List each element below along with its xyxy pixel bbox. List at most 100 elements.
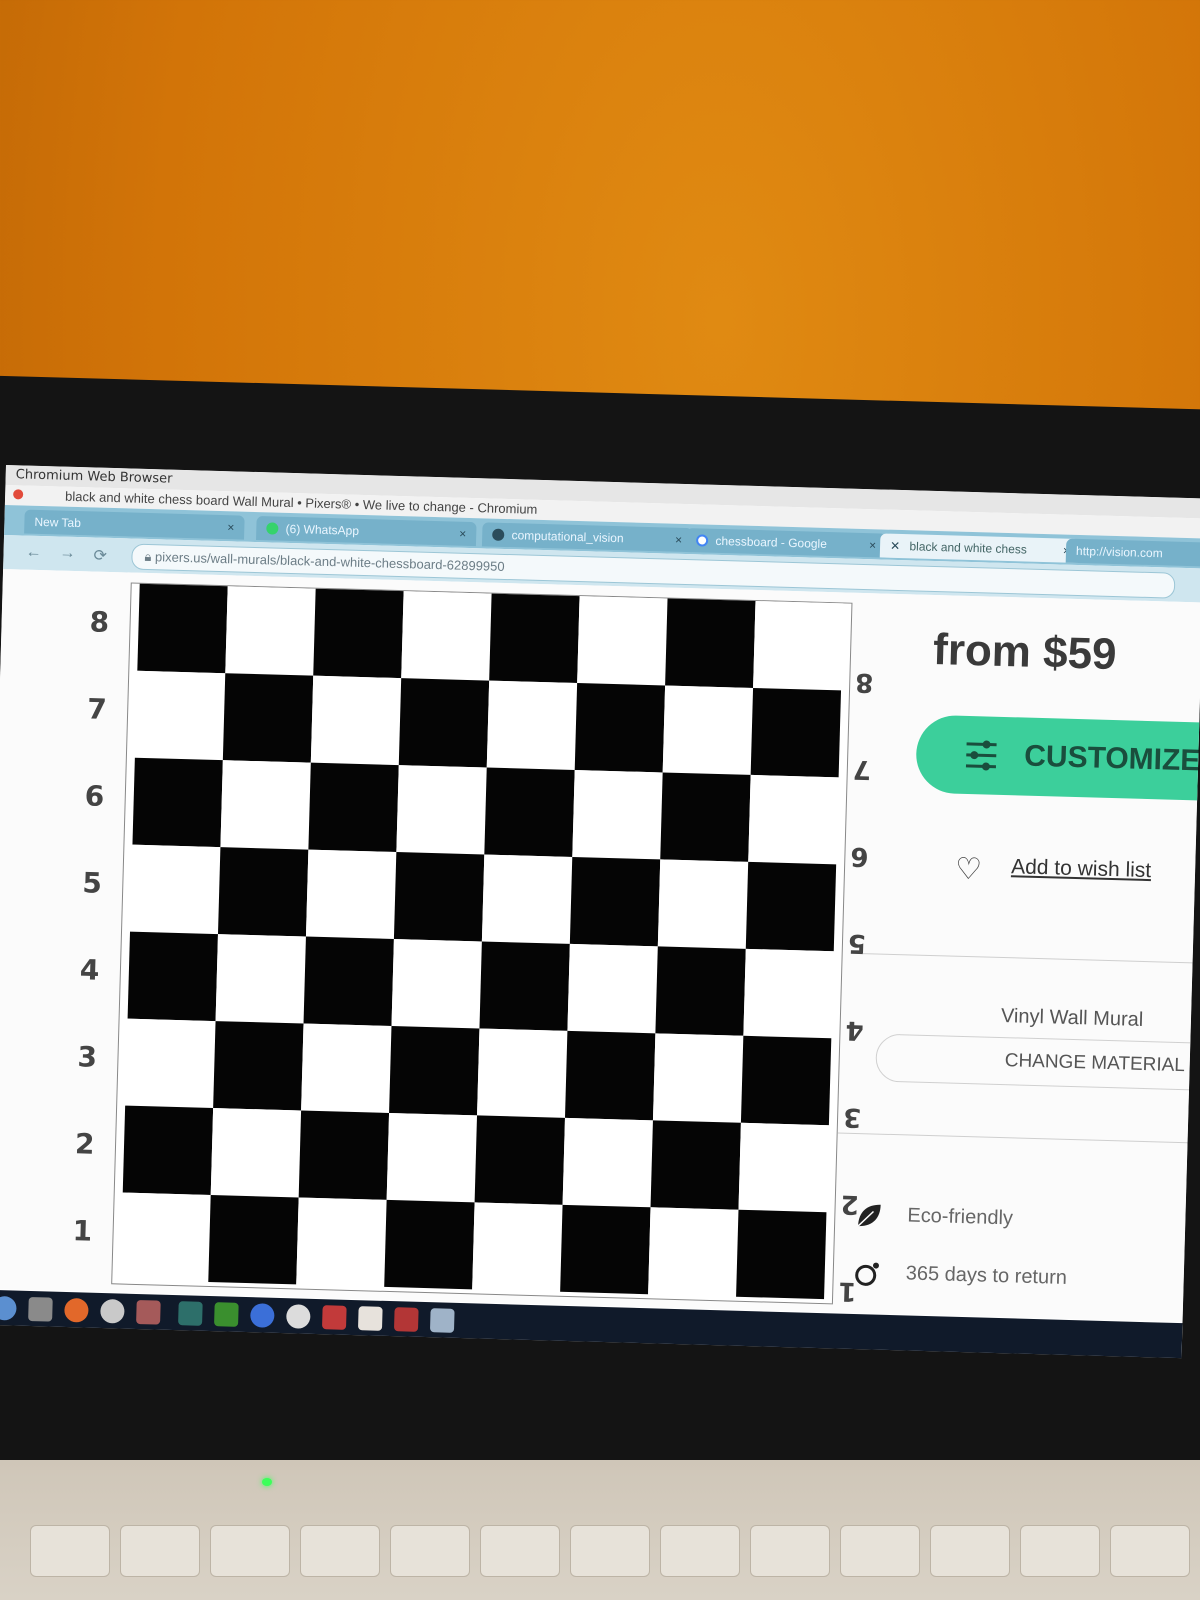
- feature-label: 365 days to return: [905, 1262, 1068, 1289]
- rank-label-left: 5: [81, 866, 103, 900]
- board-square: [120, 1192, 211, 1282]
- board-square: [217, 847, 309, 937]
- keyboard-key: [480, 1525, 560, 1577]
- board-square: [384, 1199, 475, 1290]
- price-label: from $59: [932, 624, 1118, 680]
- board-square: [743, 948, 834, 1039]
- document-icon[interactable]: [357, 1306, 383, 1331]
- tab-label: http://vision.com: [1075, 543, 1163, 561]
- reload-icon[interactable]: ⟳: [93, 545, 107, 565]
- board-square: [564, 1030, 656, 1121]
- return-icon: [855, 1262, 879, 1286]
- close-tab-icon[interactable]: ×: [227, 515, 235, 539]
- customize-button[interactable]: CUSTOMIZE: [915, 714, 1200, 802]
- url-text: pixers.us/wall-murals/black-and-white-ch…: [154, 549, 505, 574]
- tab-computational-vision[interactable]: computational_vision ×: [481, 522, 693, 553]
- board-square: [303, 936, 394, 1026]
- leaf-icon: [857, 1204, 881, 1227]
- board-square: [569, 856, 661, 947]
- back-arrow-icon[interactable]: ←: [25, 544, 41, 562]
- board-square: [660, 772, 751, 862]
- board-square: [472, 1202, 563, 1292]
- camera-icon[interactable]: [286, 1304, 311, 1329]
- board-square: [560, 1204, 651, 1295]
- board-square: [648, 1207, 739, 1297]
- chessboard-grid: [120, 583, 844, 1300]
- product-panel: from $59 CUSTOMIZE ♡ Add to wish list Vi…: [837, 593, 1200, 1322]
- board-square: [750, 687, 842, 778]
- wishlist-link[interactable]: ♡ Add to wish list: [955, 852, 1152, 888]
- board-square: [662, 685, 754, 775]
- board-square: [486, 680, 578, 770]
- start-menu-icon[interactable]: [0, 1295, 17, 1321]
- firefox-icon[interactable]: [64, 1297, 89, 1323]
- forward-arrow-icon[interactable]: →: [59, 545, 75, 563]
- monitor-icon[interactable]: [214, 1302, 239, 1327]
- board-square: [398, 678, 490, 768]
- board-square: [748, 774, 839, 865]
- change-material-label: CHANGE MATERIAL: [1004, 1050, 1186, 1077]
- google-icon: [695, 534, 709, 547]
- divider: [862, 953, 1193, 964]
- board-square: [127, 931, 218, 1022]
- laptop-screen: Chromium Web Browser black and white che…: [0, 465, 1200, 1359]
- close-window-icon[interactable]: [13, 489, 24, 500]
- chessboard-image[interactable]: [111, 582, 853, 1305]
- terminal-icon[interactable]: [178, 1301, 203, 1326]
- board-square: [137, 583, 228, 674]
- lock-icon: 🔒︎: [144, 548, 156, 565]
- trash-icon[interactable]: [393, 1307, 419, 1332]
- chromium-icon[interactable]: [250, 1303, 275, 1328]
- tab-black-and-white-chess[interactable]: ✕ black and white chess ×: [879, 533, 1081, 564]
- rank-label-left: 7: [86, 692, 108, 726]
- close-tab-icon[interactable]: ×: [675, 528, 683, 552]
- app-icon[interactable]: [136, 1299, 161, 1325]
- board-square: [401, 591, 492, 681]
- settings-icon[interactable]: [100, 1298, 125, 1324]
- tab-label: chessboard - Google: [715, 533, 828, 551]
- tab-chessboard-google[interactable]: chessboard - Google ×: [685, 528, 887, 558]
- board-square: [753, 600, 844, 691]
- close-tab-icon[interactable]: ×: [459, 522, 467, 546]
- board-square: [213, 1021, 304, 1111]
- rank-label-left: 1: [72, 1214, 93, 1248]
- board-square: [484, 767, 575, 857]
- whatsapp-icon: [266, 522, 279, 535]
- board-square: [310, 675, 402, 766]
- board-square: [308, 762, 399, 853]
- tab-vision-link[interactable]: http://vision.com: [1065, 538, 1200, 568]
- app-title: Chromium Web Browser: [15, 467, 173, 487]
- pixers-icon: ✕: [889, 538, 901, 553]
- wishlist-label: Add to wish list: [1010, 855, 1152, 883]
- keyboard-key: [1110, 1525, 1190, 1577]
- change-material-button[interactable]: CHANGE MATERIAL: [875, 1033, 1200, 1092]
- board-square: [650, 1120, 741, 1210]
- page-content: 87654321 87654321 from $59 CUSTOMIZE ♡ A…: [0, 568, 1200, 1323]
- keyboard-key: [840, 1525, 920, 1577]
- close-tab-icon[interactable]: ×: [869, 533, 877, 557]
- board-square: [210, 1108, 302, 1198]
- board-square: [657, 859, 749, 949]
- tab-whatsapp[interactable]: (6) WhatsApp ×: [256, 516, 477, 547]
- board-square: [298, 1110, 390, 1200]
- tab-label: computational_vision: [511, 528, 624, 546]
- keyboard-key: [660, 1525, 740, 1577]
- board-square: [132, 757, 223, 848]
- files-icon[interactable]: [28, 1296, 53, 1322]
- board-square: [481, 854, 573, 944]
- board-square: [477, 1028, 568, 1118]
- board-square: [474, 1115, 565, 1205]
- keyboard-key: [390, 1525, 470, 1577]
- board-square: [305, 849, 397, 940]
- tab-new-tab[interactable]: New Tab ×: [24, 509, 245, 540]
- drive-icon[interactable]: [429, 1308, 455, 1333]
- board-square: [389, 1025, 480, 1116]
- board-square: [296, 1197, 387, 1287]
- power-led: [262, 1478, 272, 1486]
- github-icon: [492, 528, 505, 541]
- media-icon[interactable]: [321, 1305, 347, 1330]
- tab-label: (6) WhatsApp: [285, 521, 360, 538]
- rank-label-left: 8: [89, 605, 110, 639]
- board-square: [220, 760, 311, 850]
- rank-label-left: 4: [79, 953, 100, 987]
